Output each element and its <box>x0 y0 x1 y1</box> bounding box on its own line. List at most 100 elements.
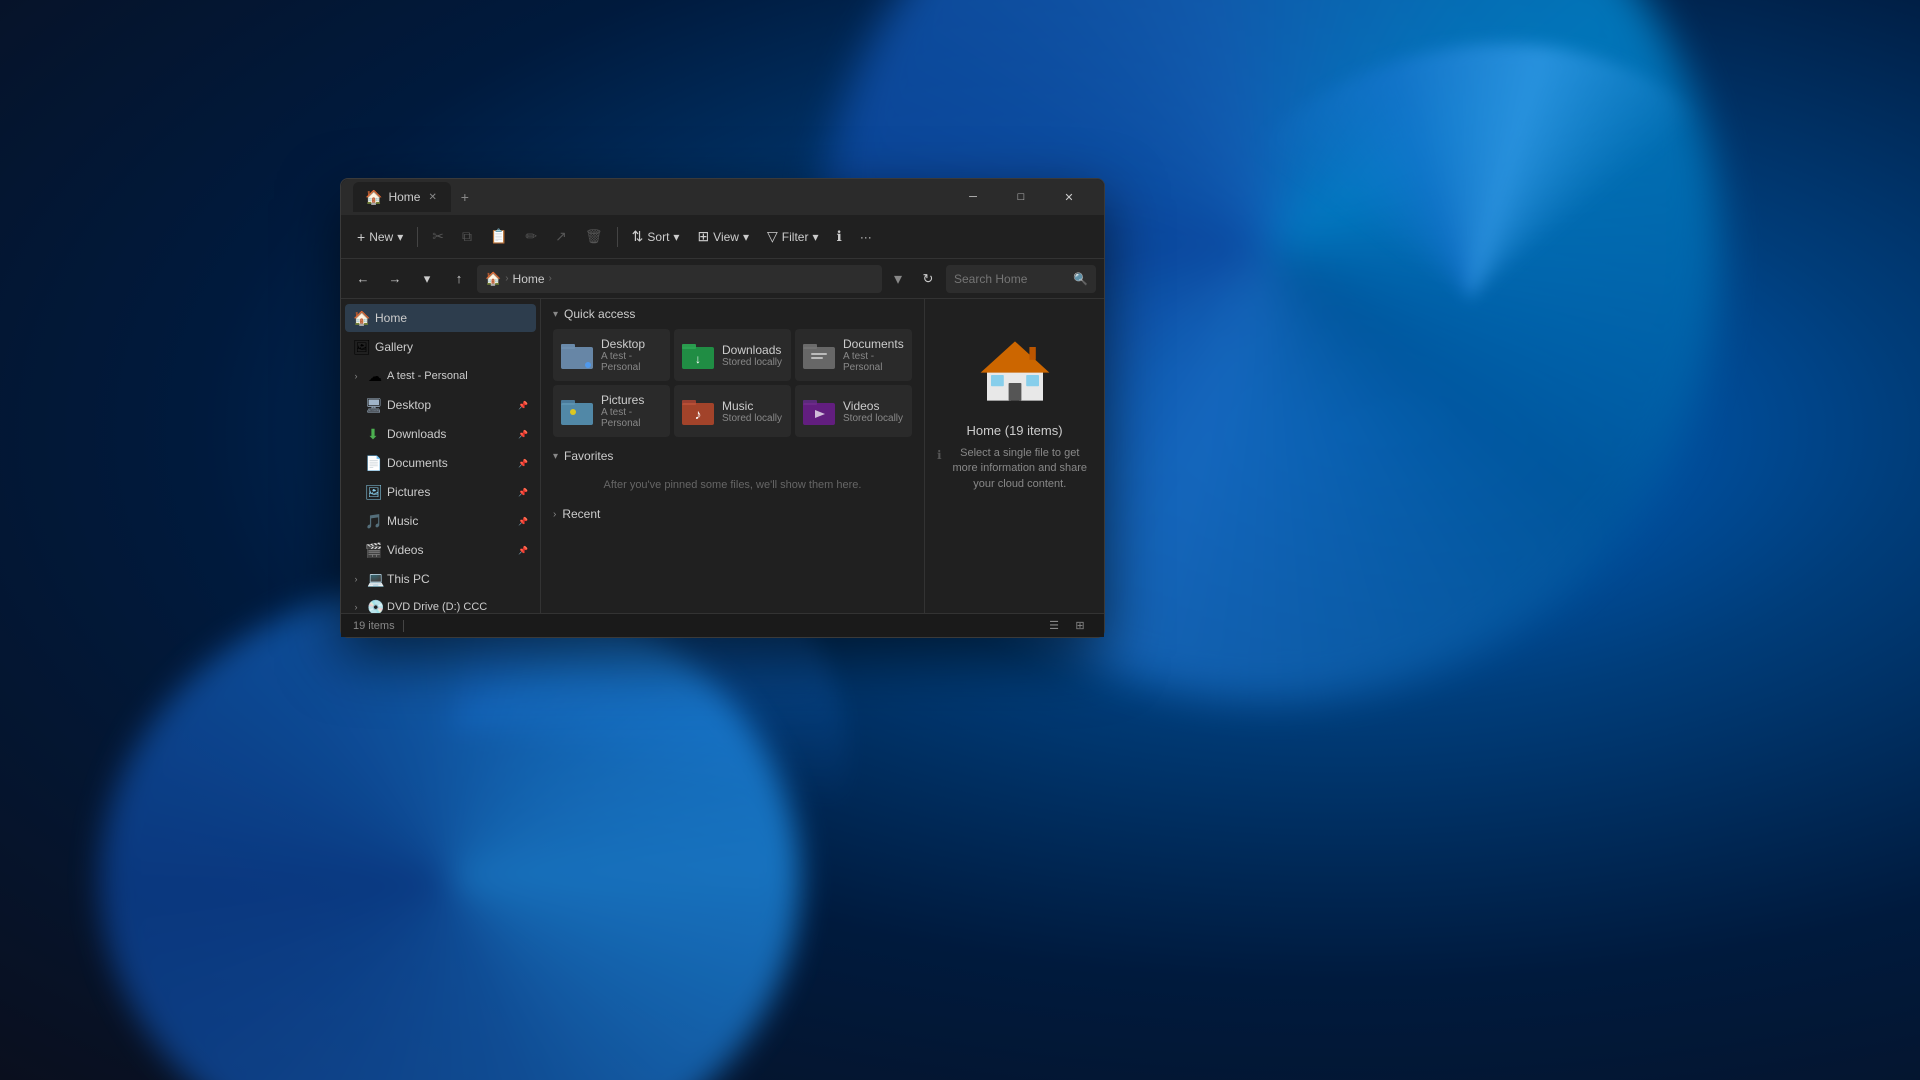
maximize-button[interactable]: □ <box>998 182 1044 212</box>
sidebar-item-atest[interactable]: › ☁ A test - Personal <box>341 362 540 390</box>
more-button[interactable]: ··· <box>852 221 880 253</box>
folder-card-downloads[interactable]: ↓ Downloads Stored locally <box>674 329 791 381</box>
pictures-folder-icon <box>561 395 593 427</box>
new-button[interactable]: + New ▾ <box>349 221 411 253</box>
search-box[interactable]: 🔍 <box>946 265 1096 293</box>
sidebar-item-desktop[interactable]: 🖥 Desktop 📌 <box>345 391 536 419</box>
recent-header[interactable]: › Recent <box>553 507 912 521</box>
sidebar-item-thispc[interactable]: › 💻 This PC <box>341 565 540 593</box>
explorer-window: 🏠 Home ✕ + ─ □ ✕ + New ▾ ✂ ⧉ 📋 ✏ <box>340 178 1105 638</box>
sort-button[interactable]: ⇅ Sort ▾ <box>624 221 688 253</box>
path-home-segment[interactable]: Home <box>513 272 545 286</box>
recent-title: Recent <box>562 507 600 521</box>
status-separator <box>403 620 404 632</box>
svg-text:↓: ↓ <box>695 352 701 366</box>
favorites-chevron: ▾ <box>553 451 558 462</box>
atest-cloud-icon: ☁ <box>367 368 383 385</box>
quick-access-grid: Desktop A test - Personal ↓ <box>553 329 912 437</box>
documents-folder-name: Documents <box>843 337 904 351</box>
documents-pin-icon: 📌 <box>518 459 528 468</box>
videos-folder-sub: Stored locally <box>843 413 903 424</box>
desktop-folder-sub: A test - Personal <box>601 351 662 373</box>
back-button[interactable]: ← <box>349 265 377 293</box>
videos-nav-icon: 🎬 <box>365 542 381 559</box>
sidebar-item-videos[interactable]: 🎬 Videos 📌 <box>345 536 536 564</box>
quick-access-header[interactable]: ▾ Quick access <box>553 307 912 321</box>
videos-folder-name: Videos <box>843 399 903 413</box>
thispc-nav-icon: 💻 <box>367 571 383 588</box>
music-folder-icon: ♪ <box>682 395 714 427</box>
music-pin-icon: 📌 <box>518 517 528 526</box>
close-button[interactable]: ✕ <box>1046 182 1092 212</box>
sidebar-item-pictures[interactable]: 🖼 Pictures 📌 <box>345 478 536 506</box>
sort-icon: ⇅ <box>632 228 644 245</box>
paste-icon: 📋 <box>490 228 507 245</box>
desktop-folder-info: Desktop A test - Personal <box>601 337 662 373</box>
delete-button[interactable]: 🗑 <box>577 221 611 253</box>
rename-button[interactable]: ✏ <box>517 221 545 253</box>
grid-view-button[interactable]: ⊞ <box>1068 617 1092 635</box>
rename-icon: ✏ <box>525 228 537 245</box>
share-button[interactable]: ↗ <box>547 221 575 253</box>
filter-dropdown-icon: ▾ <box>812 230 818 244</box>
tab-close-button[interactable]: ✕ <box>426 190 438 205</box>
expand-dvd-icon: › <box>349 600 363 613</box>
address-bar: ← → ▾ ↑ 🏠 › Home › ▾ ↻ 🔍 <box>341 259 1104 299</box>
sidebar-item-dvd[interactable]: › 💿 DVD Drive (D:) CCC <box>341 593 540 613</box>
recent-locations-button[interactable]: ▾ <box>413 265 441 293</box>
sidebar-item-home[interactable]: 🏠 Home <box>345 304 536 332</box>
item-count: 19 items <box>353 620 395 632</box>
folder-card-documents[interactable]: Documents A test - Personal <box>795 329 912 381</box>
view-button[interactable]: ⊞ View ▾ <box>689 221 757 253</box>
desktop-nav-icon: 🖥 <box>365 397 381 414</box>
pictures-nav-icon: 🖼 <box>365 484 381 501</box>
up-button[interactable]: ↑ <box>445 265 473 293</box>
view-icon: ⊞ <box>697 228 709 245</box>
new-icon: + <box>357 229 365 245</box>
forward-button[interactable]: → <box>381 265 409 293</box>
quick-access-title: Quick access <box>564 307 635 321</box>
favorites-header[interactable]: ▾ Favorites <box>553 449 912 463</box>
details-icon: ℹ <box>836 228 841 245</box>
desktop-folder-name: Desktop <box>601 337 662 351</box>
documents-nav-icon: 📄 <box>365 455 381 472</box>
sidebar-item-gallery[interactable]: 🖼 Gallery <box>345 333 536 361</box>
details-button[interactable]: ℹ <box>828 221 849 253</box>
window-controls: ─ □ ✕ <box>950 182 1092 212</box>
copy-button[interactable]: ⧉ <box>454 221 480 253</box>
recent-chevron: › <box>553 509 556 520</box>
music-folder-sub: Stored locally <box>722 413 782 424</box>
address-path[interactable]: 🏠 › Home › <box>477 265 882 293</box>
info-circle-icon: ℹ <box>937 447 942 464</box>
sidebar-item-downloads[interactable]: ⬇ Downloads 📌 <box>345 420 536 448</box>
pictures-pin-icon: 📌 <box>518 488 528 497</box>
refresh-button[interactable]: ↻ <box>914 265 942 293</box>
address-dropdown-button[interactable]: ▾ <box>886 265 910 293</box>
info-panel-title: Home (19 items) <box>966 423 1062 438</box>
new-tab-button[interactable]: + <box>453 185 477 209</box>
copy-icon: ⧉ <box>462 228 472 245</box>
home-tab[interactable]: 🏠 Home ✕ <box>353 182 451 212</box>
content-scroll[interactable]: ▾ Quick access <box>541 299 924 613</box>
sidebar-item-music[interactable]: 🎵 Music 📌 <box>345 507 536 535</box>
folder-card-desktop[interactable]: Desktop A test - Personal <box>553 329 670 381</box>
list-view-button[interactable]: ☰ <box>1042 617 1066 635</box>
cut-icon: ✂ <box>432 228 444 245</box>
tab-area: 🏠 Home ✕ + <box>353 182 950 212</box>
cut-button[interactable]: ✂ <box>424 221 452 253</box>
music-folder-info: Music Stored locally <box>722 399 782 424</box>
tab-label: Home <box>388 190 420 204</box>
toolbar: + New ▾ ✂ ⧉ 📋 ✏ ↗ 🗑 ⇅ Sort ▾ ⊞ <box>341 215 1104 259</box>
sort-label: Sort <box>647 230 669 244</box>
folder-card-music[interactable]: ♪ Music Stored locally <box>674 385 791 437</box>
filter-button[interactable]: ▽ Filter ▾ <box>759 221 826 253</box>
paste-button[interactable]: 📋 <box>482 221 515 253</box>
folder-card-videos[interactable]: Videos Stored locally <box>795 385 912 437</box>
minimize-button[interactable]: ─ <box>950 182 996 212</box>
new-dropdown-icon: ▾ <box>397 230 403 244</box>
info-panel-description: ℹ Select a single file to get more infor… <box>937 446 1092 492</box>
pictures-folder-info: Pictures A test - Personal <box>601 393 662 429</box>
folder-card-pictures[interactable]: Pictures A test - Personal <box>553 385 670 437</box>
search-input[interactable] <box>954 272 1069 286</box>
sidebar-item-documents[interactable]: 📄 Documents 📌 <box>345 449 536 477</box>
